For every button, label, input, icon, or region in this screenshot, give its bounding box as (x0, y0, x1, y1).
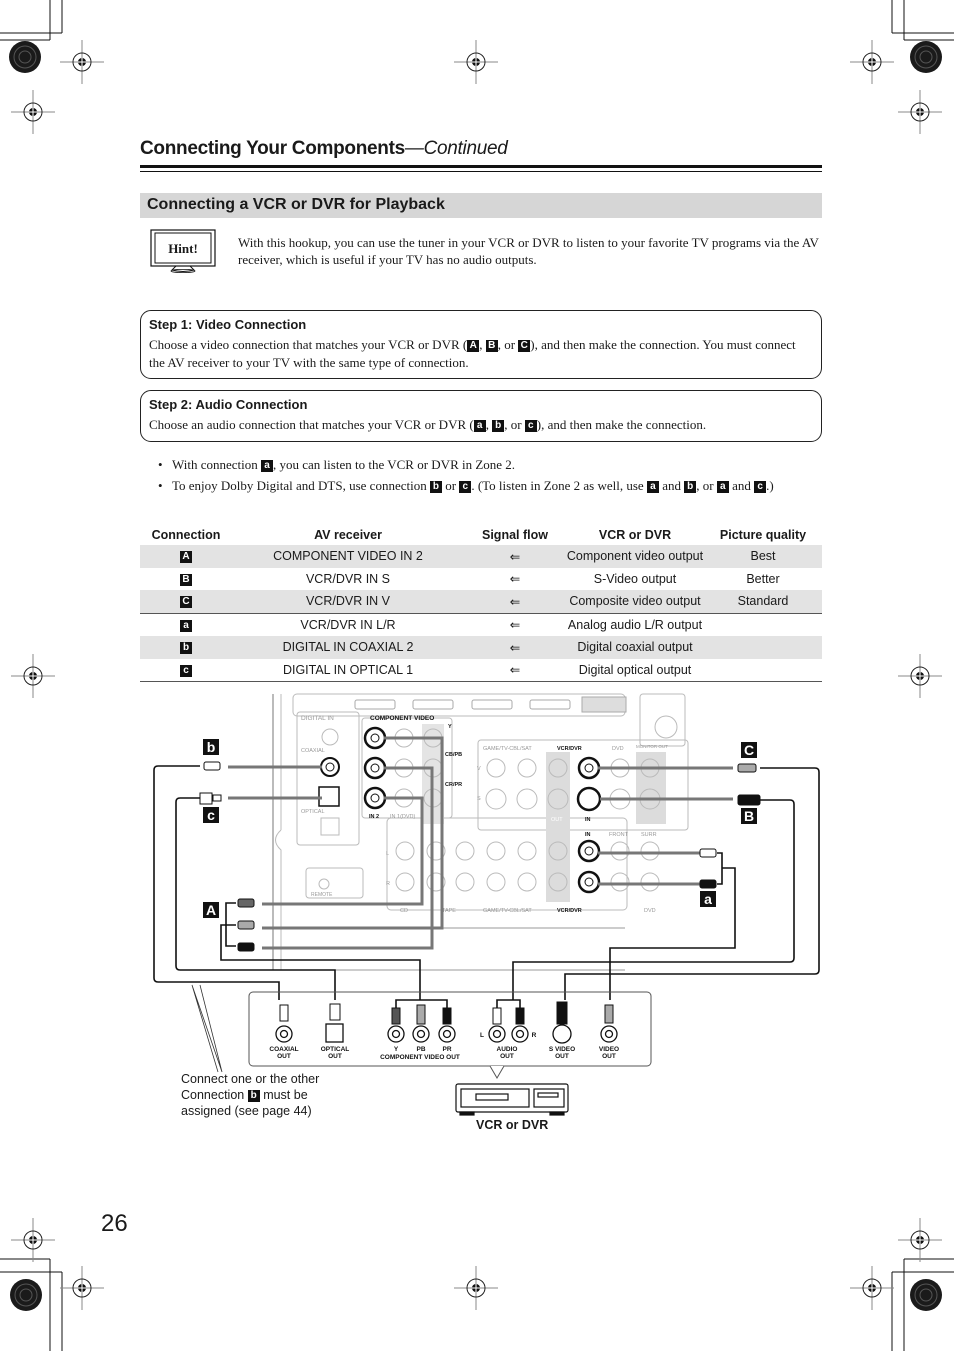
label-coaxial-out: OUT (277, 1053, 291, 1060)
label-pr-out: PR (442, 1046, 451, 1053)
label-tape: TAPE (442, 908, 456, 914)
label-digital-in: DIGITAL IN (301, 715, 334, 722)
connection-diagram: DIGITAL IN COAXIAL OPTICAL COMPONENT VID… (153, 693, 820, 1116)
label-s-video-out: S VIDEO (549, 1046, 575, 1053)
receiver-jacks-inactive (318, 728, 661, 892)
label-vcr-in: IN (585, 817, 591, 823)
label-dvd: DVD (612, 746, 624, 752)
label-s-video-out: OUT (555, 1053, 569, 1060)
label-r: R (386, 881, 390, 887)
label-pb-out: PB (416, 1046, 425, 1053)
label-y-out: Y (394, 1046, 399, 1053)
callout-B: B (744, 808, 754, 824)
label-vcr-dvr-audio: VCR/DVR (557, 908, 582, 914)
label-y: Y (448, 724, 452, 730)
note-text: must be (259, 1088, 308, 1102)
label-video-out: VIDEO (599, 1046, 619, 1053)
badge-b: b (247, 1090, 260, 1102)
label-surr: SURR (641, 832, 657, 838)
label-dvd-audio: DVD (644, 908, 656, 914)
note-line: assigned (see page 44) (181, 1104, 312, 1118)
label-game-tv-audio: GAME/TV-CBL/SAT (483, 908, 532, 914)
label-in1-dvd: IN 1(DVD) (390, 814, 416, 820)
label-coaxial: COAXIAL (301, 748, 325, 754)
monitor-out-highlight (636, 752, 666, 824)
label-game-tv: GAME/TV-CBL/SAT (483, 746, 532, 752)
hdmi-ports (354, 696, 627, 713)
label-vcr-in-audio: IN (585, 832, 591, 838)
label-monitor-out: MONITOR OUT (636, 744, 668, 749)
label-cb-pb: CB/PB (445, 752, 462, 758)
page-number: 26 (101, 1210, 128, 1237)
callout-A: A (206, 902, 216, 918)
label-audio-l: L (480, 1032, 484, 1039)
label-in2: IN 2 (369, 814, 379, 820)
label-audio-r: R (532, 1032, 537, 1039)
label-optical: OPTICAL (301, 809, 325, 815)
label-l: L (386, 851, 389, 857)
label-component-video: COMPONENT VIDEO (370, 715, 434, 722)
label-video-out: OUT (602, 1053, 616, 1060)
note-line: Connect one or the other (181, 1072, 320, 1086)
vcr-device-icon (455, 1083, 569, 1116)
note-text: Connection (181, 1088, 248, 1102)
note-line: Connection b must be (181, 1087, 319, 1103)
label-cd: CD (400, 908, 408, 914)
label-optical-out: OUT (328, 1053, 342, 1060)
callout-c: c (207, 807, 215, 823)
label-component-video-out: COMPONENT VIDEO OUT (380, 1054, 460, 1061)
label-vcr-dvr: VCR/DVR (557, 746, 582, 752)
vcr-side-plugs (279, 999, 614, 1025)
label-front: FRONT (609, 832, 629, 838)
vcr-output-jacks (275, 1023, 618, 1044)
label-v: V (477, 766, 481, 772)
label-remote: REMOTE (311, 892, 333, 898)
receiver-side-plugs (199, 761, 761, 952)
label-coaxial-out: COAXIAL (269, 1046, 298, 1053)
callout-a: a (704, 891, 712, 907)
label-cr-pr: CR/PR (445, 782, 462, 788)
label-optical-out: OPTICAL (321, 1046, 350, 1053)
label-audio-out: AUDIO (497, 1046, 518, 1053)
label-audio-out: OUT (500, 1053, 514, 1060)
callout-b: b (207, 739, 216, 755)
label-s: S (477, 796, 481, 802)
label-vcr-out: OUT (551, 817, 563, 823)
connection-note: Connect one or the other Connection b mu… (181, 1071, 319, 1119)
vcr-dvr-label: VCR or DVR (476, 1118, 549, 1132)
callout-C: C (744, 742, 754, 758)
